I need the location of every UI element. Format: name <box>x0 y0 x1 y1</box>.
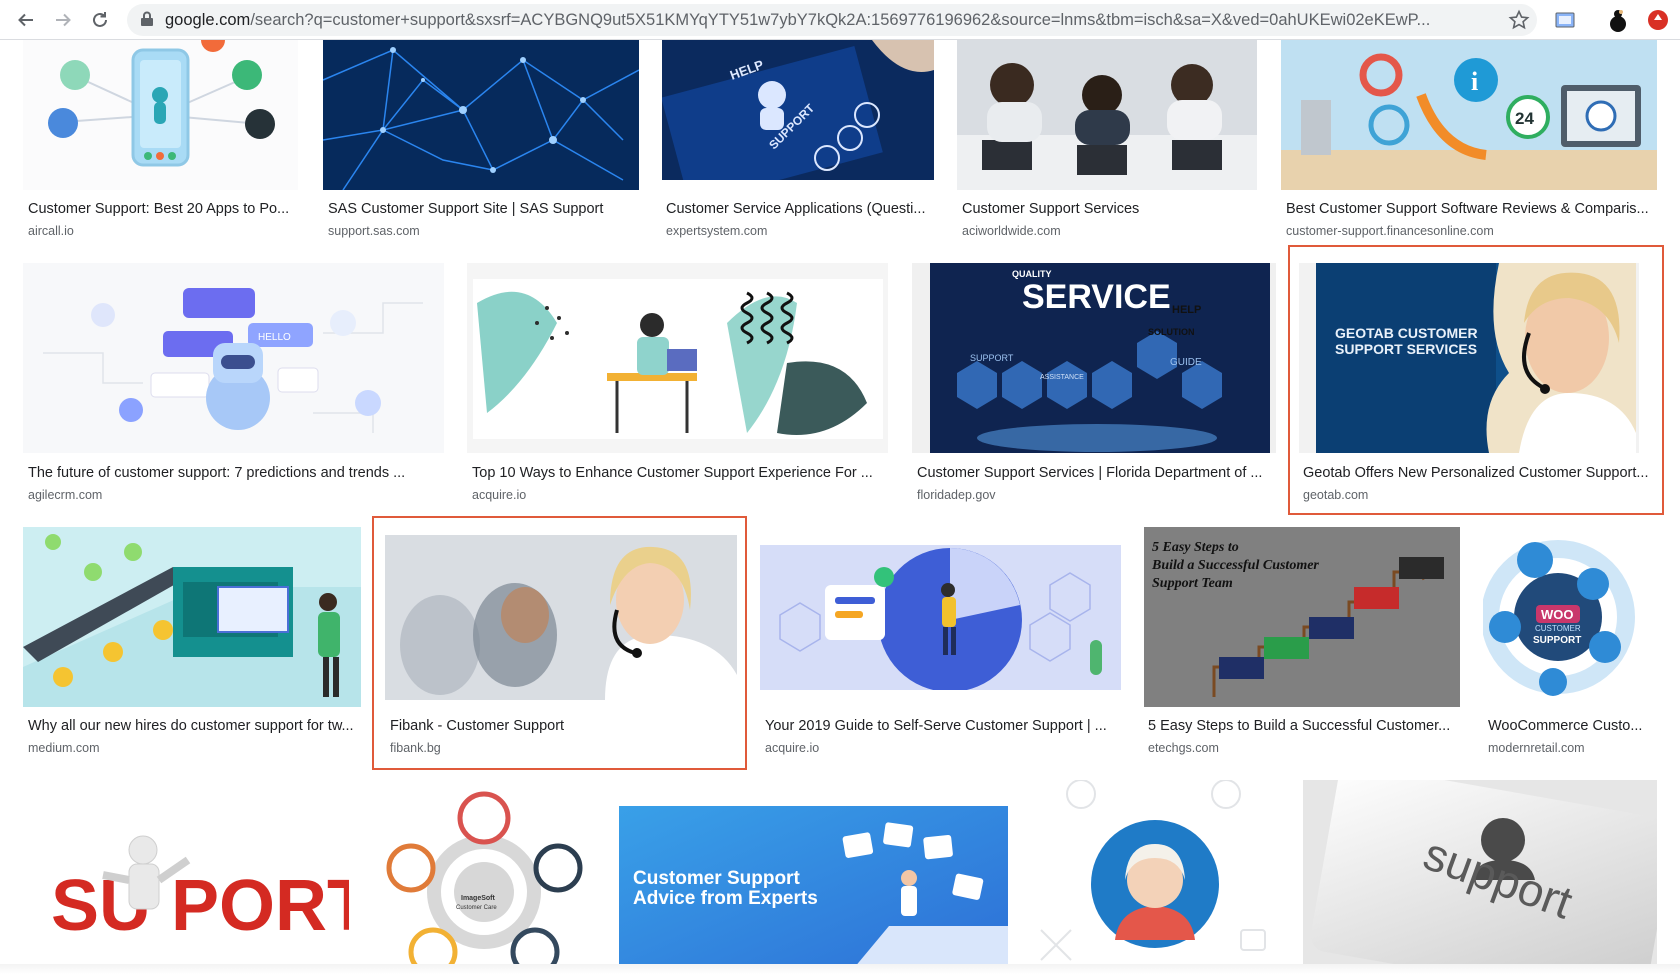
woo-support-illustration: WOO CUSTOMER SUPPORT <box>1483 527 1657 707</box>
result-domain[interactable]: agilecrm.com <box>28 487 102 503</box>
hello-bubble-text: HELLO <box>258 332 291 343</box>
result-title[interactable]: Your 2019 Guide to Self-Serve Customer S… <box>765 717 1117 735</box>
reload-icon <box>93 12 107 27</box>
result-title[interactable]: The future of customer support: 7 predic… <box>28 464 442 482</box>
result-domain[interactable]: acquire.io <box>765 740 819 756</box>
image-extension-icon[interactable] <box>1554 9 1576 31</box>
advice-experts-image: Customer Support Advice from Experts <box>619 806 1008 974</box>
steps-line3-text: Support Team <box>1152 576 1233 591</box>
imagesoft-care-text: Customer Care <box>456 905 497 911</box>
result-image[interactable] <box>1031 780 1279 974</box>
solution-text: SOLUTION <box>1148 327 1195 337</box>
result-image[interactable]: 5 Easy Steps to Build a Successful Custo… <box>1144 527 1460 707</box>
agent-avatar-illustration <box>1031 780 1279 974</box>
result-domain[interactable]: expertsystem.com <box>666 223 767 239</box>
chatbot-illustration: HELLO <box>23 263 444 453</box>
result-title[interactable]: Customer Support: Best 20 Apps to Po... <box>28 200 296 218</box>
extension-badge-icon[interactable] <box>1645 7 1671 33</box>
highlight-box-geotab <box>1288 245 1664 515</box>
result-image[interactable] <box>957 40 1257 190</box>
result-image[interactable]: SU PORT <box>23 780 349 974</box>
back-arrow-icon <box>18 13 33 27</box>
result-domain[interactable]: support.sas.com <box>328 223 420 239</box>
result-domain[interactable]: customer-support.financesonline.com <box>1286 223 1494 239</box>
result-title[interactable]: Why all our new hires do customer suppor… <box>28 717 358 735</box>
profile-extension-icon[interactable] <box>1605 7 1631 33</box>
result-title[interactable]: SAS Customer Support Site | SAS Support <box>328 200 638 218</box>
woo-logo-text: WOO <box>1541 607 1574 622</box>
result-domain[interactable]: aciworldwide.com <box>962 223 1061 239</box>
steps-line1-text: 5 Easy Steps to <box>1152 540 1239 555</box>
result-image[interactable]: HELLO <box>23 263 444 453</box>
result-image[interactable]: support <box>1303 780 1657 974</box>
support-3d-text-image: SU PORT <box>23 780 349 974</box>
result-title[interactable]: Customer Service Applications (Questi... <box>666 200 932 218</box>
result-title[interactable]: Customer Support Services | Florida Depa… <box>917 464 1275 482</box>
result-image[interactable]: HELP SUPPORT <box>662 40 934 180</box>
result-image[interactable] <box>23 527 361 707</box>
network-lines-image <box>323 40 639 190</box>
woo-support-text: SUPPORT <box>1533 635 1581 646</box>
guide-text: GUIDE <box>1170 357 1202 368</box>
steps-line2-text: Build a Successful Customer <box>1151 558 1319 573</box>
browser-toolbar: google.com/search?q=customer+support&sxs… <box>0 0 1680 40</box>
bookmark-star-icon[interactable] <box>1508 9 1530 31</box>
advice-line1-text: Customer Support <box>633 868 800 889</box>
help-text: HELP <box>1172 304 1201 316</box>
clock-24-text: 24 <box>1515 109 1534 128</box>
service-hexagons-image: SERVICE QUALITY HELP SOLUTION GUIDE SUPP… <box>912 263 1276 453</box>
imagesoft-diagram: ImageSoft Customer Care <box>373 780 595 974</box>
steps-illustration: 5 Easy Steps to Build a Successful Custo… <box>1144 527 1460 707</box>
back-button[interactable] <box>12 6 40 34</box>
result-domain[interactable]: floridadep.gov <box>917 487 996 503</box>
aircall-illustration <box>23 40 298 190</box>
url-text[interactable]: google.com/search?q=customer+support&sxs… <box>165 10 1485 30</box>
result-domain[interactable]: modernretail.com <box>1488 740 1585 756</box>
service-title-text: SERVICE <box>1022 278 1171 316</box>
reload-button[interactable] <box>86 6 114 34</box>
result-title[interactable]: Customer Support Services <box>962 200 1256 218</box>
woo-customer-text: CUSTOMER <box>1535 624 1581 633</box>
result-image[interactable]: ImageSoft Customer Care <box>373 780 595 974</box>
highlight-box-fibank <box>372 516 747 770</box>
lock-icon <box>141 11 153 26</box>
result-image[interactable]: SERVICE QUALITY HELP SOLUTION GUIDE SUPP… <box>912 263 1276 453</box>
forward-button[interactable] <box>49 6 77 34</box>
advice-line2-text: Advice from Experts <box>633 888 818 909</box>
result-image[interactable] <box>760 545 1121 690</box>
self-serve-illustration <box>760 545 1121 690</box>
result-title[interactable]: WooCommerce Custo... <box>1488 717 1658 735</box>
result-image[interactable] <box>323 40 639 190</box>
assistance-text: ASSISTANCE <box>1040 374 1084 381</box>
support-keyboard-key-image: support <box>1303 780 1657 974</box>
result-title[interactable]: Best Customer Support Software Reviews &… <box>1286 200 1656 218</box>
support-3d-text: SU PORT <box>51 866 349 946</box>
svg-text:i: i <box>1471 67 1478 96</box>
result-domain[interactable]: medium.com <box>28 740 100 756</box>
quality-text: QUALITY <box>1012 269 1052 279</box>
result-title[interactable]: Top 10 Ways to Enhance Customer Support … <box>472 464 886 482</box>
result-domain[interactable]: aircall.io <box>28 223 74 239</box>
support-hex-text: SUPPORT <box>970 353 1014 363</box>
forward-arrow-icon <box>56 13 71 27</box>
result-image[interactable] <box>23 40 298 190</box>
support-desk-illustration: i 24 <box>1281 40 1657 190</box>
help-support-image: HELP SUPPORT <box>662 40 934 180</box>
support-agent-desk-illustration <box>467 263 888 453</box>
bottom-edge <box>0 964 1680 974</box>
result-image[interactable] <box>467 263 888 453</box>
result-title[interactable]: 5 Easy Steps to Build a Successful Custo… <box>1148 717 1458 735</box>
result-image[interactable]: i 24 <box>1281 40 1657 190</box>
result-domain[interactable]: acquire.io <box>472 487 526 503</box>
result-image[interactable]: WOO CUSTOMER SUPPORT <box>1483 527 1657 707</box>
conveyor-illustration <box>23 527 361 707</box>
result-image[interactable]: Customer Support Advice from Experts <box>619 806 1008 974</box>
imagesoft-text: ImageSoft <box>461 895 496 902</box>
office-workers-image <box>957 40 1257 190</box>
result-domain[interactable]: etechgs.com <box>1148 740 1219 756</box>
